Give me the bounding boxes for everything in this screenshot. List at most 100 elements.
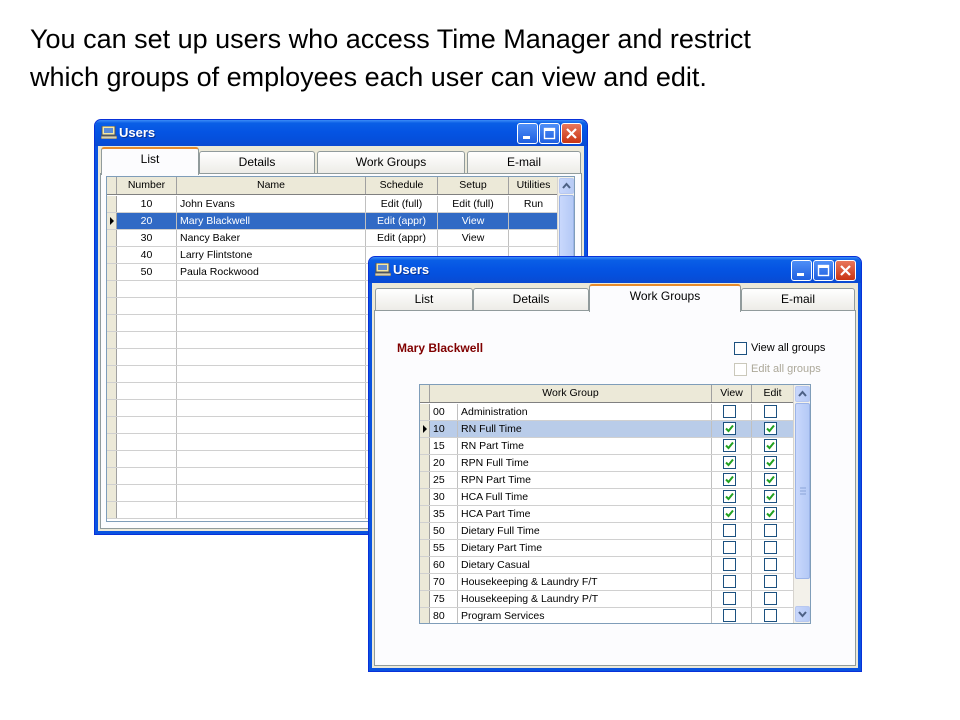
work-group-row[interactable]: 20 RPN Full Time (420, 455, 794, 472)
row-indicator[interactable] (420, 404, 430, 420)
edit-checkbox[interactable] (763, 575, 777, 588)
row-indicator[interactable] (107, 281, 117, 297)
titlebar[interactable]: Users (369, 257, 861, 283)
view-checkbox[interactable] (722, 558, 736, 571)
work-group-row[interactable]: 30 HCA Full Time (420, 489, 794, 506)
titlebar[interactable]: Users (95, 120, 587, 146)
column-header-work-group[interactable]: Work Group (430, 385, 712, 402)
row-indicator[interactable] (420, 574, 430, 590)
work-group-row[interactable]: 55 Dietary Part Time (420, 540, 794, 557)
maximize-button[interactable] (539, 123, 560, 144)
work-groups-grid[interactable]: Work Group View Edit 00 Administration 10 RN … (419, 384, 811, 624)
view-checkbox[interactable] (722, 473, 736, 486)
work-group-row[interactable]: 35 HCA Part Time (420, 506, 794, 523)
work-group-row[interactable]: 60 Dietary Casual (420, 557, 794, 574)
row-indicator[interactable] (107, 434, 117, 450)
tab-email[interactable]: E-mail (741, 288, 855, 311)
tab-work-groups[interactable]: Work Groups (317, 151, 465, 174)
view-all-groups-label[interactable]: View all groups (751, 342, 825, 354)
row-indicator[interactable] (420, 438, 430, 454)
row-indicator[interactable] (107, 332, 117, 348)
work-group-row[interactable]: 15 RN Part Time (420, 438, 794, 455)
work-group-row[interactable]: 80 Program Services (420, 608, 794, 623)
tab-email[interactable]: E-mail (467, 151, 581, 174)
scroll-up-button[interactable] (559, 178, 574, 194)
edit-checkbox[interactable] (763, 609, 777, 622)
row-indicator[interactable] (420, 489, 430, 505)
row-indicator[interactable] (107, 417, 117, 433)
minimize-button[interactable] (517, 123, 538, 144)
row-indicator[interactable] (420, 591, 430, 607)
edit-checkbox[interactable] (763, 507, 777, 520)
view-checkbox[interactable] (722, 422, 736, 435)
row-indicator[interactable] (420, 421, 430, 437)
column-header-edit[interactable]: Edit (752, 385, 794, 402)
tab-details[interactable]: Details (473, 288, 589, 311)
work-group-row[interactable]: 10 RN Full Time (420, 421, 794, 438)
edit-all-groups-label[interactable]: Edit all groups (751, 363, 821, 375)
row-indicator[interactable] (107, 298, 117, 314)
view-checkbox[interactable] (722, 507, 736, 520)
edit-checkbox[interactable] (763, 558, 777, 571)
scroll-up-button[interactable] (795, 386, 810, 402)
row-indicator[interactable] (107, 213, 117, 229)
edit-checkbox[interactable] (763, 541, 777, 554)
view-checkbox[interactable] (722, 541, 736, 554)
edit-all-groups-checkbox[interactable] (734, 363, 747, 376)
scroll-thumb[interactable] (795, 403, 810, 579)
work-group-row[interactable]: 50 Dietary Full Time (420, 523, 794, 540)
row-indicator[interactable] (420, 472, 430, 488)
column-header-setup[interactable]: Setup (438, 177, 509, 194)
row-indicator[interactable] (107, 264, 117, 280)
work-group-row[interactable]: 25 RPN Part Time (420, 472, 794, 489)
view-checkbox[interactable] (722, 405, 736, 418)
view-checkbox[interactable] (722, 439, 736, 452)
edit-checkbox[interactable] (763, 473, 777, 486)
column-header-view[interactable]: View (712, 385, 752, 402)
row-indicator[interactable] (420, 557, 430, 573)
tab-list[interactable]: List (101, 147, 199, 175)
view-checkbox[interactable] (722, 575, 736, 588)
view-checkbox[interactable] (722, 490, 736, 503)
column-header-utilities[interactable]: Utilities (509, 177, 559, 194)
maximize-button[interactable] (813, 260, 834, 281)
row-indicator[interactable] (107, 247, 117, 263)
user-row[interactable]: 30 Nancy Baker Edit (appr) View (107, 230, 559, 247)
work-groups-scrollbar[interactable] (793, 385, 810, 623)
column-header-number[interactable]: Number (117, 177, 177, 194)
scroll-down-button[interactable] (795, 606, 810, 622)
row-indicator[interactable] (107, 383, 117, 399)
edit-checkbox[interactable] (763, 456, 777, 469)
tab-list[interactable]: List (375, 288, 473, 311)
tab-details[interactable]: Details (199, 151, 315, 174)
user-row[interactable]: 20 Mary Blackwell Edit (appr) View (107, 213, 559, 230)
row-indicator[interactable] (107, 468, 117, 484)
row-indicator[interactable] (107, 485, 117, 501)
view-all-groups-checkbox[interactable] (734, 342, 747, 355)
view-checkbox[interactable] (722, 592, 736, 605)
row-indicator[interactable] (107, 400, 117, 416)
edit-checkbox[interactable] (763, 524, 777, 537)
row-indicator[interactable] (420, 506, 430, 522)
row-indicator[interactable] (107, 315, 117, 331)
row-indicator[interactable] (107, 230, 117, 246)
user-row[interactable]: 10 John Evans Edit (full) Edit (full) Run (107, 196, 559, 213)
row-indicator[interactable] (107, 196, 117, 212)
close-button[interactable] (835, 260, 856, 281)
edit-checkbox[interactable] (763, 439, 777, 452)
work-group-row[interactable]: 00 Administration (420, 404, 794, 421)
edit-checkbox[interactable] (763, 592, 777, 605)
row-indicator[interactable] (420, 455, 430, 471)
edit-checkbox[interactable] (763, 490, 777, 503)
row-indicator[interactable] (420, 540, 430, 556)
edit-checkbox[interactable] (763, 405, 777, 418)
row-indicator[interactable] (420, 608, 430, 623)
column-header-name[interactable]: Name (177, 177, 366, 194)
row-indicator[interactable] (420, 523, 430, 539)
tab-work-groups[interactable]: Work Groups (589, 284, 741, 312)
edit-checkbox[interactable] (763, 422, 777, 435)
minimize-button[interactable] (791, 260, 812, 281)
close-button[interactable] (561, 123, 582, 144)
work-group-row[interactable]: 75 Housekeeping & Laundry P/T (420, 591, 794, 608)
row-indicator[interactable] (107, 349, 117, 365)
